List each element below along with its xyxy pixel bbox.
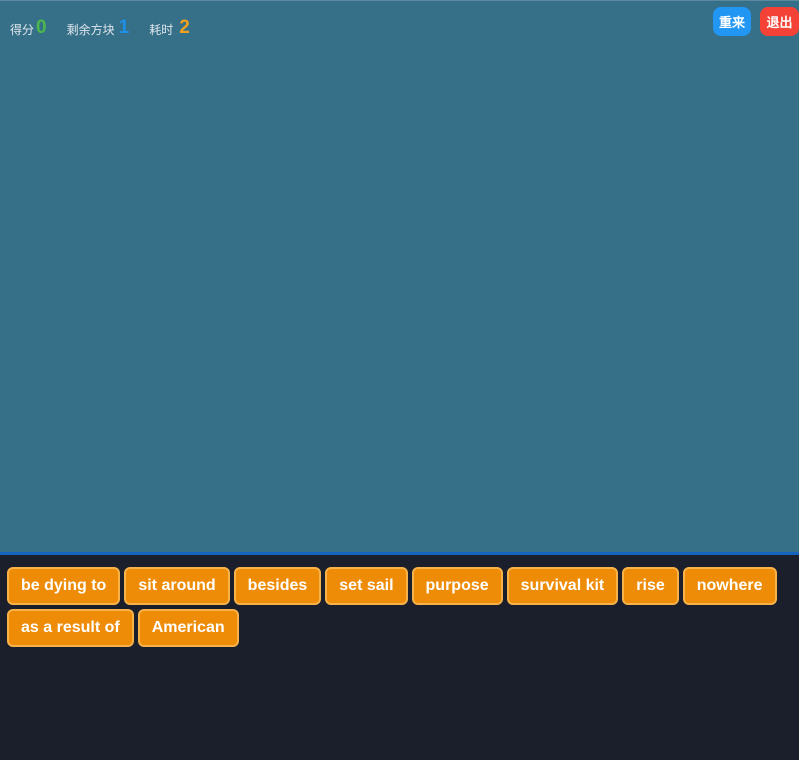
- word-tile[interactable]: set sail: [325, 567, 408, 605]
- word-tile[interactable]: rise: [622, 567, 679, 605]
- elapsed-time-label: 耗时: [149, 23, 174, 37]
- exit-button[interactable]: 退出: [760, 7, 799, 36]
- score-label: 得分: [10, 23, 35, 37]
- elapsed-time-value: 2: [179, 17, 190, 38]
- restart-button[interactable]: 重来: [713, 7, 751, 36]
- score-stat: 得分 0: [10, 18, 47, 41]
- remaining-blocks-value: 1: [118, 17, 130, 38]
- word-tray: be dying to sit around besides set sail purp…: [0, 555, 799, 760]
- word-tile[interactable]: as a result of: [7, 609, 134, 647]
- word-tile[interactable]: besides: [233, 567, 322, 605]
- remaining-blocks-stat: 剩余方块 1: [67, 18, 130, 41]
- word-tile[interactable]: survival kit: [506, 567, 619, 605]
- word-tile[interactable]: nowhere: [682, 567, 777, 605]
- word-tile[interactable]: sit around: [124, 567, 230, 605]
- word-tile[interactable]: be dying to: [7, 567, 121, 605]
- word-tile[interactable]: American: [137, 609, 239, 647]
- score-value: 0: [36, 17, 47, 38]
- elapsed-time-stat: 耗时 2: [149, 18, 190, 41]
- remaining-blocks-label: 剩余方块: [66, 23, 115, 37]
- play-area[interactable]: 得分 0 剩余方块 1 耗时 2 重来 退出: [0, 0, 799, 552]
- game-screen: 得分 0 剩余方块 1 耗时 2 重来 退出 be dying to sit ar…: [0, 0, 799, 760]
- stats-bar: 得分 0 剩余方块 1 耗时 2: [10, 11, 210, 41]
- top-buttons: 重来 退出: [713, 7, 799, 36]
- word-tile[interactable]: purpose: [411, 567, 503, 605]
